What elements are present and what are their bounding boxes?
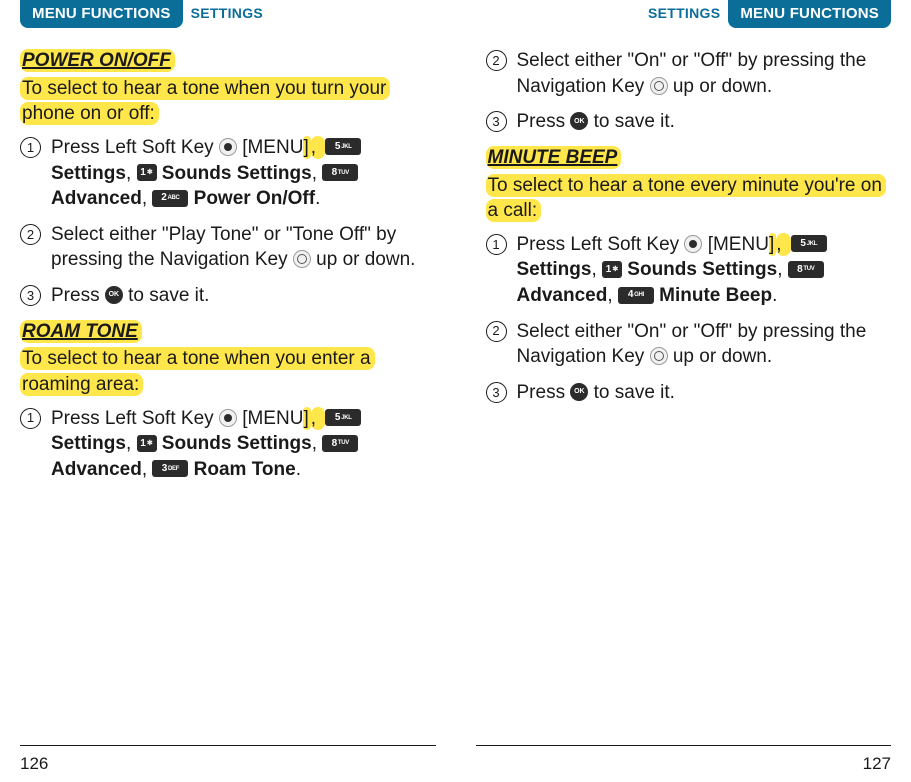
section-power-on-off: POWER ON/OFF To select to hear a tone wh… [20, 48, 426, 309]
section-roam-tone: ROAM TONE To select to hear a tone when … [20, 319, 426, 483]
ok-key-icon: OK [105, 286, 123, 304]
steps-roam-tone: 1 Press Left Soft Key [MENU], 5JKL Setti… [20, 406, 426, 483]
tab-menu-functions: MENU FUNCTIONS [728, 0, 891, 28]
steps-power-on-off: 1 Press Left Soft Key [MENU], 5JKL Setti… [20, 135, 426, 309]
key-3-icon: 3DEF [152, 460, 188, 477]
section-minute-beep: MINUTE BEEP To select to hear a tone eve… [486, 145, 892, 406]
manual-spread: MENU FUNCTIONS SETTINGS POWER ON/OFF To … [0, 0, 911, 782]
step-power-3: 3 Press OK to save it. [20, 283, 426, 309]
desc-roam-tone: To select to hear a tone when you enter … [20, 346, 426, 397]
step-body: Press OK to save it. [517, 109, 892, 135]
header-left: MENU FUNCTIONS SETTINGS [20, 0, 426, 30]
steps-minute-beep: 1 Press Left Soft Key [MENU], 5JKL Setti… [486, 232, 892, 406]
desc-power-on-off: To select to hear a tone when you turn y… [20, 76, 426, 127]
soft-key-icon [684, 235, 702, 253]
step-power-1: 1 Press Left Soft Key [MENU], 5JKL Setti… [20, 135, 426, 212]
content-right: 2 Select either "On" or "Off" by pressin… [486, 48, 892, 782]
page-right: SETTINGS MENU FUNCTIONS 2 Select either … [456, 0, 911, 782]
step-body: Select either "On" or "Off" by pressing … [517, 48, 892, 99]
heading-power-on-off: POWER ON/OFF [20, 48, 426, 74]
page-number: 126 [20, 754, 48, 774]
key-5-icon: 5JKL [325, 138, 361, 155]
step-roam-2: 2 Select either "On" or "Off" by pressin… [486, 48, 892, 99]
steps-roam-tone-cont: 2 Select either "On" or "Off" by pressin… [486, 48, 892, 135]
key-8-icon: 8TUV [788, 261, 824, 278]
step-number-icon: 1 [20, 137, 41, 158]
step-body: Select either "On" or "Off" by pressing … [517, 319, 892, 370]
footer-left: 126 [20, 745, 436, 774]
step-roam-3: 3 Press OK to save it. [486, 109, 892, 135]
step-number-icon: 2 [486, 50, 507, 71]
key-8-icon: 8TUV [322, 164, 358, 181]
key-1-icon: 1✱ [137, 164, 157, 181]
nav-key-icon [650, 77, 668, 95]
desc-minute-beep: To select to hear a tone every minute yo… [486, 173, 892, 224]
heading-minute-beep: MINUTE BEEP [486, 145, 892, 171]
step-number-icon: 2 [20, 224, 41, 245]
tab-menu-functions: MENU FUNCTIONS [20, 0, 183, 28]
page-number: 127 [863, 754, 891, 774]
ok-key-icon: OK [570, 383, 588, 401]
heading-roam-tone: ROAM TONE [20, 319, 426, 345]
step-body: Press Left Soft Key [MENU], 5JKL Setting… [51, 135, 426, 212]
nav-key-icon [650, 347, 668, 365]
step-minute-2: 2 Select either "On" or "Off" by pressin… [486, 319, 892, 370]
step-roam-1: 1 Press Left Soft Key [MENU], 5JKL Setti… [20, 406, 426, 483]
crumb-settings: SETTINGS [648, 0, 720, 21]
key-4-icon: 4GHI [618, 287, 654, 304]
key-1-icon: 1✱ [137, 435, 157, 452]
step-body: Select either "Play Tone" or "Tone Off" … [51, 222, 426, 273]
step-number-icon: 3 [20, 285, 41, 306]
step-body: Press Left Soft Key [MENU], 5JKL Setting… [51, 406, 426, 483]
soft-key-icon [219, 409, 237, 427]
step-number-icon: 1 [486, 234, 507, 255]
step-power-2: 2 Select either "Play Tone" or "Tone Off… [20, 222, 426, 273]
ok-key-icon: OK [570, 112, 588, 130]
nav-key-icon [293, 250, 311, 268]
key-5-icon: 5JKL [325, 409, 361, 426]
content-left: POWER ON/OFF To select to hear a tone wh… [20, 48, 426, 782]
step-number-icon: 3 [486, 111, 507, 132]
crumb-settings: SETTINGS [191, 0, 263, 21]
key-8-icon: 8TUV [322, 435, 358, 452]
step-body: Press Left Soft Key [MENU], 5JKL Setting… [517, 232, 892, 309]
key-1-icon: 1✱ [602, 261, 622, 278]
step-body: Press OK to save it. [51, 283, 426, 309]
step-number-icon: 1 [20, 408, 41, 429]
key-5-icon: 5JKL [791, 235, 827, 252]
page-left: MENU FUNCTIONS SETTINGS POWER ON/OFF To … [0, 0, 456, 782]
header-right: SETTINGS MENU FUNCTIONS [486, 0, 892, 30]
step-body: Press OK to save it. [517, 380, 892, 406]
soft-key-icon [219, 138, 237, 156]
key-2-icon: 2ABC [152, 190, 188, 207]
footer-right: 127 [476, 745, 892, 774]
step-minute-1: 1 Press Left Soft Key [MENU], 5JKL Setti… [486, 232, 892, 309]
step-number-icon: 2 [486, 321, 507, 342]
step-number-icon: 3 [486, 382, 507, 403]
step-minute-3: 3 Press OK to save it. [486, 380, 892, 406]
